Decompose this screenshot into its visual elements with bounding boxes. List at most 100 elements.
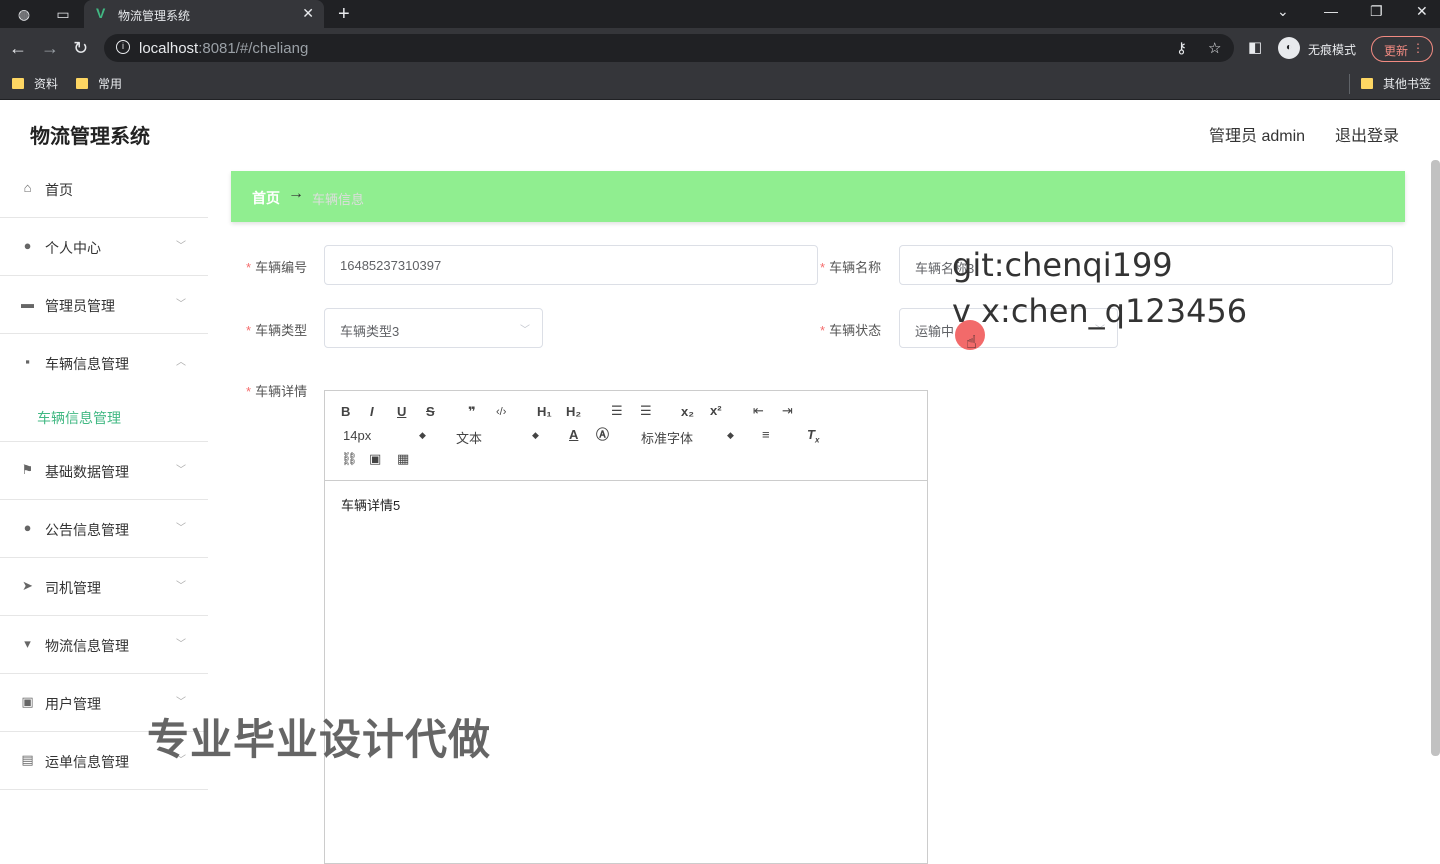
app-page: 物流管理系统 管理员 admin 退出登录 ⌂ 首页 ● 个人中心 ﹀ ▬ 管理…: [0, 100, 1440, 864]
bookmark-folder-other[interactable]: 其他书签: [1361, 75, 1431, 92]
vehicle-type-value: 车辆类型3: [340, 324, 400, 339]
overlay-vx-text: v x:chen_q123456: [952, 292, 1248, 330]
editor-toolbar: B I U S ❞ ‹/› H₁ H₂ ☰ ☰ x₂ x² ⇤ ⇥ 14px ◆…: [325, 391, 927, 481]
bold-icon[interactable]: B: [341, 404, 350, 420]
sidepanel-icon[interactable]: ◧: [1248, 38, 1262, 58]
chevron-down-icon: ﹀: [176, 299, 186, 310]
bookmark-folder-ziliao[interactable]: 资料: [12, 75, 58, 92]
tab-close-icon[interactable]: ✕: [302, 5, 314, 22]
incognito-profile[interactable]: ◐ 无痕模式: [1278, 34, 1362, 62]
select-arrows-icon: ◆: [532, 430, 539, 440]
bullet-list-icon[interactable]: ☰: [640, 403, 652, 419]
vehicle-type-select[interactable]: 车辆类型3 ﹀: [324, 308, 543, 348]
vue-logo-icon: V: [96, 5, 106, 21]
editor-content[interactable]: 车辆详情5: [341, 495, 400, 514]
breadcrumb-arrow-icon: →: [288, 185, 304, 202]
superscript-icon[interactable]: x²: [710, 403, 722, 419]
vehicle-no-value: 16485237310397: [340, 258, 442, 273]
bookmarks-bar: 资料 常用 其他书签: [0, 68, 1440, 100]
close-window-icon[interactable]: ✕: [1416, 3, 1428, 20]
submenu-label: 车辆信息管理: [37, 410, 121, 426]
admin-label: 管理员 admin: [1209, 128, 1306, 145]
align-icon[interactable]: ≡: [762, 427, 770, 443]
video-icon[interactable]: ▦: [397, 451, 409, 467]
vehicle-no-input[interactable]: 16485237310397: [324, 245, 818, 285]
sidebar-item-label: 公告信息管理: [45, 522, 129, 538]
bookmark-star-icon[interactable]: ☆: [1208, 39, 1221, 57]
link-icon[interactable]: ⛓: [341, 451, 358, 467]
sidebar: ⌂ 首页 ● 个人中心 ﹀ ▬ 管理员管理 ﹀ ▪ 车辆信息管理 ︿ 车辆信息管…: [0, 160, 208, 800]
key-icon[interactable]: ⚷: [1176, 39, 1187, 57]
minimize-icon[interactable]: —: [1324, 3, 1338, 19]
vehicle-name-label: * 车辆名称: [820, 260, 882, 275]
sidebar-item-home[interactable]: ⌂ 首页: [0, 160, 208, 218]
chevron-up-icon: ︿: [176, 357, 186, 368]
italic-icon[interactable]: I: [370, 404, 374, 420]
app-title: 物流管理系统: [30, 126, 150, 148]
sidebar-item-profile[interactable]: ● 个人中心 ﹀: [0, 218, 208, 276]
paragraph-select[interactable]: 文本 ◆: [456, 428, 542, 447]
forward-icon[interactable]: →: [41, 38, 59, 58]
font-size-select[interactable]: 14px ◆: [343, 428, 427, 443]
underline-icon[interactable]: U: [397, 404, 406, 420]
folder-icon: [1361, 78, 1373, 89]
breadcrumb-home[interactable]: 首页: [252, 188, 280, 208]
restore-icon[interactable]: ❐: [1370, 3, 1383, 20]
reload-icon[interactable]: ↻: [73, 38, 88, 58]
overlay-git-text: git:chenqi199: [952, 246, 1173, 284]
sidebar-item-admins[interactable]: ▬ 管理员管理 ﹀: [0, 276, 208, 334]
chevron-down-icon: ﹀: [176, 523, 186, 534]
tab-title: 物流管理系统: [118, 9, 191, 23]
menu-dots-icon: ⋮: [1412, 41, 1424, 55]
update-label: 更新: [1384, 44, 1409, 58]
header2-icon[interactable]: H₂: [566, 404, 581, 420]
clear-format-icon[interactable]: Tx: [807, 427, 819, 449]
sidebar-item-label: 物流信息管理: [45, 638, 129, 654]
outdent-icon[interactable]: ⇤: [753, 403, 764, 419]
sidebar-item-logistics[interactable]: ▾ 物流信息管理 ﹀: [0, 616, 208, 674]
logout-link[interactable]: 退出登录: [1335, 122, 1399, 146]
strike-icon[interactable]: S: [426, 404, 435, 420]
sidebar-item-label: 管理员管理: [45, 298, 115, 314]
update-button[interactable]: 更新 ⋮: [1371, 36, 1433, 62]
sidebar-item-label: 司机管理: [45, 580, 101, 596]
bookmark-folder-changyong[interactable]: 常用: [76, 75, 122, 92]
font-family-select[interactable]: 标准字体 ◆: [641, 428, 737, 447]
back-icon[interactable]: ←: [9, 38, 27, 58]
blockquote-icon[interactable]: ❞: [468, 404, 476, 420]
sidebar-item-vehicles[interactable]: ▪ 车辆信息管理 ︿: [0, 334, 208, 392]
ordered-list-icon[interactable]: ☰: [611, 403, 623, 419]
send-icon: ➤: [22, 578, 33, 593]
sidebar-item-label: 首页: [45, 182, 73, 198]
bookmarks-divider: [1349, 74, 1350, 94]
url-input[interactable]: i localhost:8081/#/cheliang ⚷ ☆: [104, 34, 1234, 62]
background-color-icon[interactable]: Ⓐ: [596, 427, 609, 443]
sidebar-item-drivers[interactable]: ➤ 司机管理 ﹀: [0, 558, 208, 616]
paragraph-value: 文本: [456, 431, 483, 446]
sidebar-item-notices[interactable]: ● 公告信息管理 ﹀: [0, 500, 208, 558]
subscript-icon[interactable]: x₂: [681, 404, 694, 420]
browser-globe-icon[interactable]: ◍: [16, 6, 32, 22]
sidebar-item-label: 基础数据管理: [45, 464, 129, 480]
submenu-vehicle-info[interactable]: 车辆信息管理: [0, 392, 208, 442]
tab-list-icon[interactable]: ▭: [55, 6, 71, 22]
chevron-down-icon: ﹀: [520, 325, 530, 336]
tab-search-icon[interactable]: ⌄: [1277, 3, 1289, 20]
select-arrows-icon: ◆: [727, 430, 734, 440]
browser-tab[interactable]: V 物流管理系统 ✕: [84, 0, 324, 28]
font-color-icon[interactable]: A: [569, 427, 578, 443]
page-scrollbar[interactable]: [1431, 160, 1440, 756]
site-info-icon[interactable]: i: [116, 40, 130, 54]
image-icon[interactable]: ▣: [369, 451, 381, 467]
sidebar-item-basic-data[interactable]: ⚑ 基础数据管理 ﹀: [0, 442, 208, 500]
new-tab-icon[interactable]: +: [338, 3, 350, 26]
rich-text-editor: B I U S ❞ ‹/› H₁ H₂ ☰ ☰ x₂ x² ⇤ ⇥ 14px ◆…: [324, 390, 928, 864]
hand-cursor-icon: ☝: [966, 332, 977, 352]
indent-icon[interactable]: ⇥: [782, 403, 793, 419]
code-block-icon[interactable]: ‹/›: [496, 404, 506, 420]
chevron-down-icon: ﹀: [176, 581, 186, 592]
chevron-down-icon: ﹀: [176, 639, 186, 650]
chevron-down-icon: ﹀: [176, 465, 186, 476]
header1-icon[interactable]: H₁: [537, 404, 552, 420]
watermark-text: 专业毕业设计代做: [147, 716, 492, 763]
